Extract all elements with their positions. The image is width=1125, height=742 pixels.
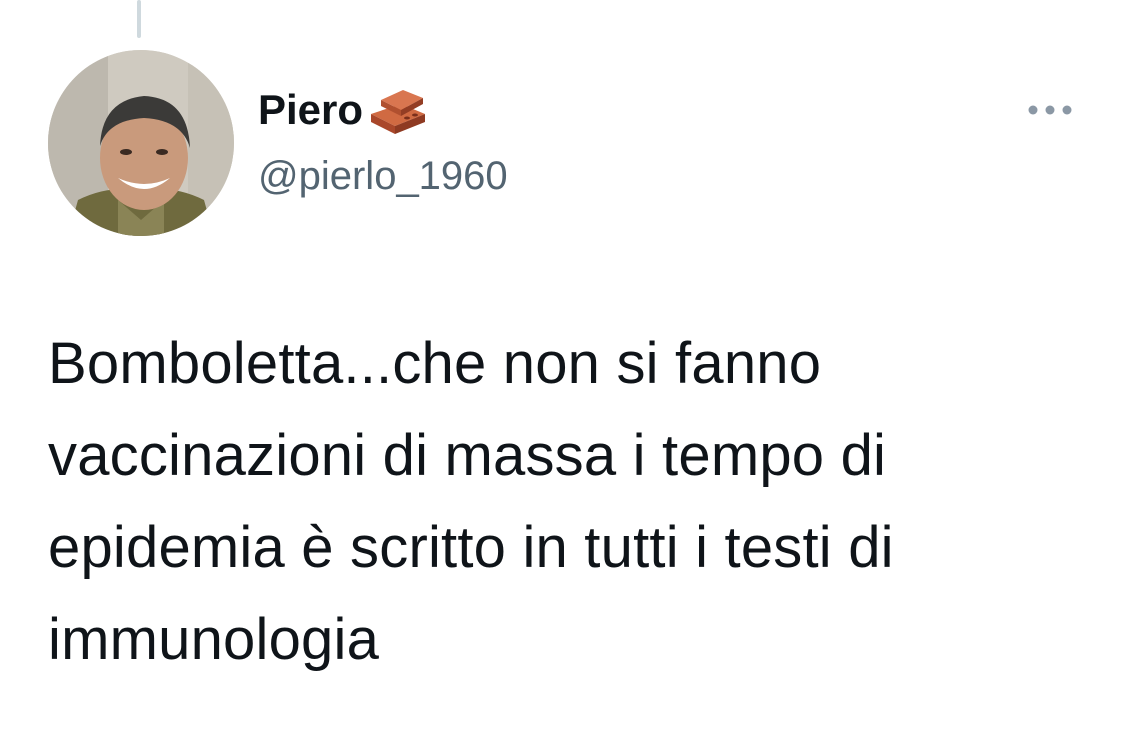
brick-icon: [367, 84, 429, 136]
avatar-photo-icon: [48, 50, 234, 236]
thread-connector-line: [137, 0, 141, 38]
tweet-text: Bomboletta...che non si fanno vaccinazio…: [48, 331, 894, 672]
author-name[interactable]: Piero: [258, 84, 429, 136]
author-display-name[interactable]: Piero: [258, 84, 363, 136]
author-handle[interactable]: @pierlo_1960: [258, 150, 508, 202]
more-horizontal-icon: [1028, 105, 1072, 115]
avatar[interactable]: [48, 50, 234, 236]
more-options-button[interactable]: [1022, 92, 1078, 128]
